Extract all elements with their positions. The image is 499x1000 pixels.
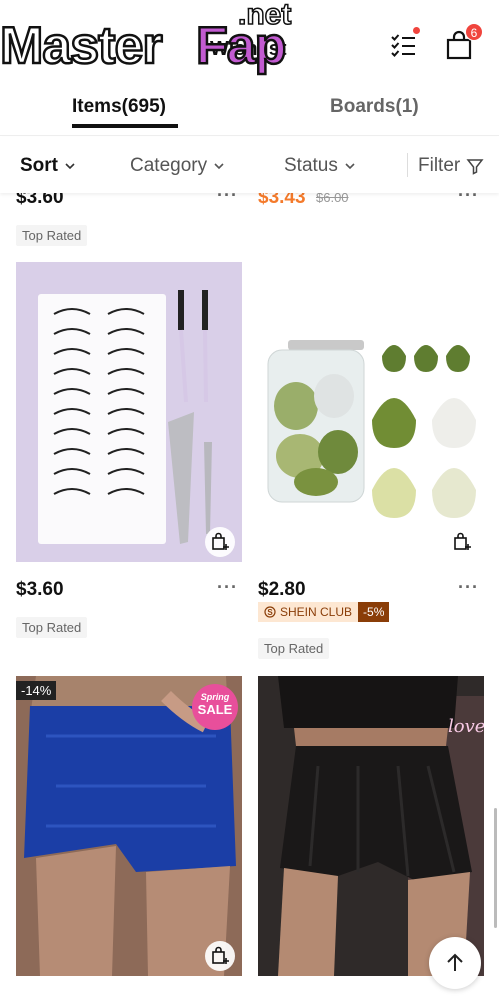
- product-image-black-skort[interactable]: love: [258, 676, 484, 976]
- status-label: Status: [284, 155, 338, 176]
- club-s-icon: S: [264, 606, 276, 618]
- shein-club-label: SHEIN CLUB: [280, 605, 353, 619]
- product-image-sponges[interactable]: [258, 262, 484, 562]
- more-options-button[interactable]: ···: [217, 577, 238, 598]
- add-to-bag-icon: [212, 532, 229, 550]
- add-to-bag-icon: [454, 532, 471, 550]
- filter-label: Filter: [418, 155, 461, 176]
- scrollbar-thumb[interactable]: [494, 808, 497, 928]
- product-price: $3.60: [16, 579, 64, 600]
- shein-club-label-wrap: S SHEIN CLUB: [258, 602, 359, 622]
- product-image-eyelashes[interactable]: [16, 262, 242, 562]
- spring-sale-badge: Spring SALE: [192, 684, 238, 730]
- svg-text:love: love: [448, 716, 484, 737]
- checklist-icon[interactable]: [389, 30, 419, 60]
- watermark-master-text: Master: [0, 16, 164, 77]
- funnel-icon: [466, 159, 484, 175]
- watermark-net-text: .net: [237, 0, 292, 32]
- more-options-button[interactable]: ···: [217, 193, 238, 206]
- add-to-cart-button[interactable]: [447, 527, 477, 557]
- sort-label: Sort: [20, 155, 58, 176]
- status-dropdown[interactable]: Status: [284, 155, 356, 177]
- chevron-down-icon: [345, 163, 355, 170]
- product-grid: $3.60 ··· Top Rated $3.43 $6.00 ··· $3.6…: [0, 193, 499, 1000]
- add-to-cart-button[interactable]: [205, 527, 235, 557]
- svg-text:S: S: [267, 608, 273, 617]
- product-price: $3.60: [16, 193, 64, 208]
- original-price: $6.00: [316, 193, 349, 205]
- top-rated-tag: Top Rated: [16, 225, 88, 246]
- active-tab-indicator: [72, 124, 178, 128]
- sort-dropdown[interactable]: Sort: [20, 155, 76, 177]
- product-price-sale: $3.43: [258, 193, 306, 208]
- more-options-button[interactable]: ···: [458, 577, 479, 598]
- wishlist-tabs: Items(695) Boards(1): [0, 84, 499, 136]
- category-dropdown[interactable]: Category: [130, 155, 225, 177]
- app-header: Wishlist Master Fap .net 6: [0, 0, 499, 84]
- product-price: $2.80: [258, 579, 306, 600]
- top-rated-tag: Top Rated: [16, 617, 88, 638]
- arrow-up-icon: [447, 953, 463, 971]
- product-image-blue-skort[interactable]: Spring SALE: [16, 676, 242, 976]
- filter-divider: [407, 153, 408, 177]
- category-label: Category: [130, 155, 208, 176]
- tab-boards[interactable]: Boards(1): [330, 96, 419, 118]
- tab-items[interactable]: Items(695): [72, 96, 166, 118]
- chevron-down-icon: [65, 163, 75, 170]
- filter-bar: Sort Category Status Filter: [0, 137, 499, 193]
- shein-club-badge: S SHEIN CLUB -5%: [258, 602, 390, 622]
- club-discount: -5%: [358, 602, 390, 622]
- cart-count-badge: 6: [465, 23, 483, 41]
- top-rated-tag: Top Rated: [258, 638, 330, 659]
- filter-button[interactable]: Filter: [418, 155, 484, 177]
- badge-top-text: Spring: [200, 692, 230, 702]
- add-to-cart-button[interactable]: [205, 941, 235, 971]
- notification-dot: [413, 27, 420, 34]
- more-options-button[interactable]: ···: [458, 193, 479, 206]
- add-to-bag-icon: [212, 946, 229, 964]
- scroll-to-top-button[interactable]: [429, 937, 481, 989]
- chevron-down-icon: [214, 163, 224, 170]
- discount-badge: -14%: [16, 681, 57, 700]
- badge-bottom-text: SALE: [197, 702, 233, 717]
